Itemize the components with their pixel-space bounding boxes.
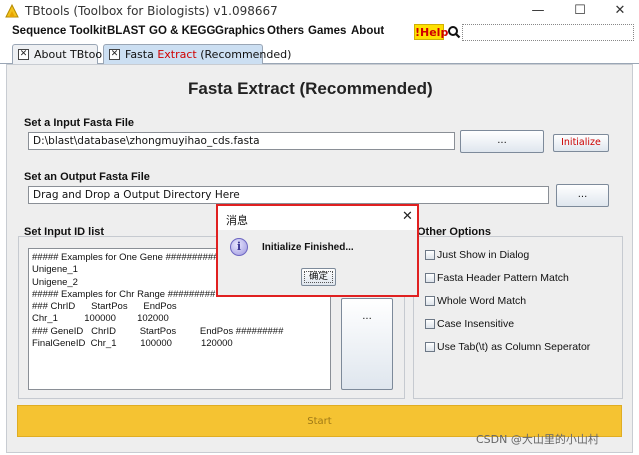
tab-fasta-extract[interactable]: ✕ Fasta Extract (Recommended) (103, 44, 291, 64)
menu-blast[interactable]: BLAST (107, 25, 145, 37)
maximize-button[interactable]: ☐ (560, 0, 600, 23)
window-title: TBtools (Toolbox for Biologists) v1.0986… (25, 4, 278, 18)
search-icon[interactable] (447, 24, 461, 40)
option-label: Just Show in Dialog (437, 249, 530, 261)
output-fasta-field[interactable]: Drag and Drop a Output Directory Here (28, 186, 549, 204)
menu-about[interactable]: About (351, 25, 384, 37)
input-fasta-label: Set a Input Fasta File (24, 117, 135, 129)
menu-graphics[interactable]: Graphics (215, 25, 265, 37)
output-fasta-browse-button[interactable]: ... (556, 184, 609, 207)
tab-close-icon[interactable]: ✕ (109, 49, 120, 60)
dialog-title: 消息 (226, 214, 248, 227)
checkbox[interactable] (425, 296, 435, 306)
checkbox[interactable] (425, 250, 435, 260)
menu-games[interactable]: Games (308, 25, 346, 37)
input-fasta-browse-button[interactable]: ... (460, 130, 544, 153)
ok-button[interactable]: 确定 (301, 268, 336, 286)
option-label: Whole Word Match (437, 295, 527, 307)
info-icon: i (230, 238, 248, 256)
tab-label-post: (Recommended) (196, 48, 292, 61)
tbtools-app-icon (5, 3, 19, 18)
id-list-line: ### ChrID StartPos EndPos (32, 301, 177, 313)
tab-label-highlight: Extract (157, 48, 197, 61)
menu-sequence-toolkit[interactable]: Sequence Toolkit (12, 25, 106, 37)
option-label: Use Tab(\t) as Column Seperator (437, 341, 591, 353)
checkbox[interactable] (425, 319, 435, 329)
menu-others[interactable]: Others (267, 25, 304, 37)
output-fasta-label: Set an Output Fasta File (24, 171, 150, 183)
dialog-body: i Initialize Finished... 确定 (218, 230, 417, 295)
tab-label: Fasta Extract (Recommended) (125, 48, 291, 61)
checkbox[interactable] (425, 273, 435, 283)
minimize-button[interactable]: — (518, 0, 558, 23)
option-label: Fasta Header Pattern Match (437, 272, 569, 284)
message-dialog: 消息 ✕ i Initialize Finished... 确定 (216, 204, 419, 297)
menu-bar: Sequence Toolkit BLAST GO & KEGG Graphic… (0, 23, 639, 43)
id-list-line: Chr_1 100000 102000 (32, 313, 169, 325)
tab-label-pre: Fasta (125, 48, 158, 61)
checkbox[interactable] (425, 342, 435, 352)
help-button[interactable]: !Help (414, 24, 448, 40)
dialog-close-icon[interactable]: ✕ (402, 209, 413, 224)
page-title: Fasta Extract (Recommended) (188, 79, 433, 98)
tab-label: About TBtools (34, 48, 111, 61)
input-id-list-label: Set Input ID list (24, 226, 105, 238)
search-input[interactable] (462, 24, 634, 41)
id-list-line: FinalGeneID Chr_1 100000 120000 (32, 338, 233, 350)
input-fasta-field[interactable]: D:\blast\database\zhongmuyihao_cds.fasta (28, 132, 455, 150)
dialog-message: Initialize Finished... (262, 242, 354, 253)
watermark: CSDN @大山里的小山村 (476, 433, 599, 446)
window-title-bar: TBtools (Toolbox for Biologists) v1.0986… (0, 0, 639, 23)
option-label: Case Insensitive (437, 318, 515, 330)
id-list-browse-button[interactable]: ... (341, 298, 393, 390)
other-options-label: Other Options (417, 226, 491, 238)
id-list-line: ### GeneID ChrID StartPos EndPos #######… (32, 325, 284, 337)
tab-strip: ✕ About TBtools ✕ Fasta Extract (Recomme… (0, 43, 639, 64)
tab-close-icon[interactable]: ✕ (18, 49, 29, 60)
initialize-button[interactable]: Initialize (553, 134, 609, 152)
tab-about-tbtools[interactable]: ✕ About TBtools (12, 44, 111, 64)
menu-go-kegg[interactable]: GO & KEGG (149, 25, 215, 37)
close-window-button[interactable]: ✕ (600, 0, 639, 23)
